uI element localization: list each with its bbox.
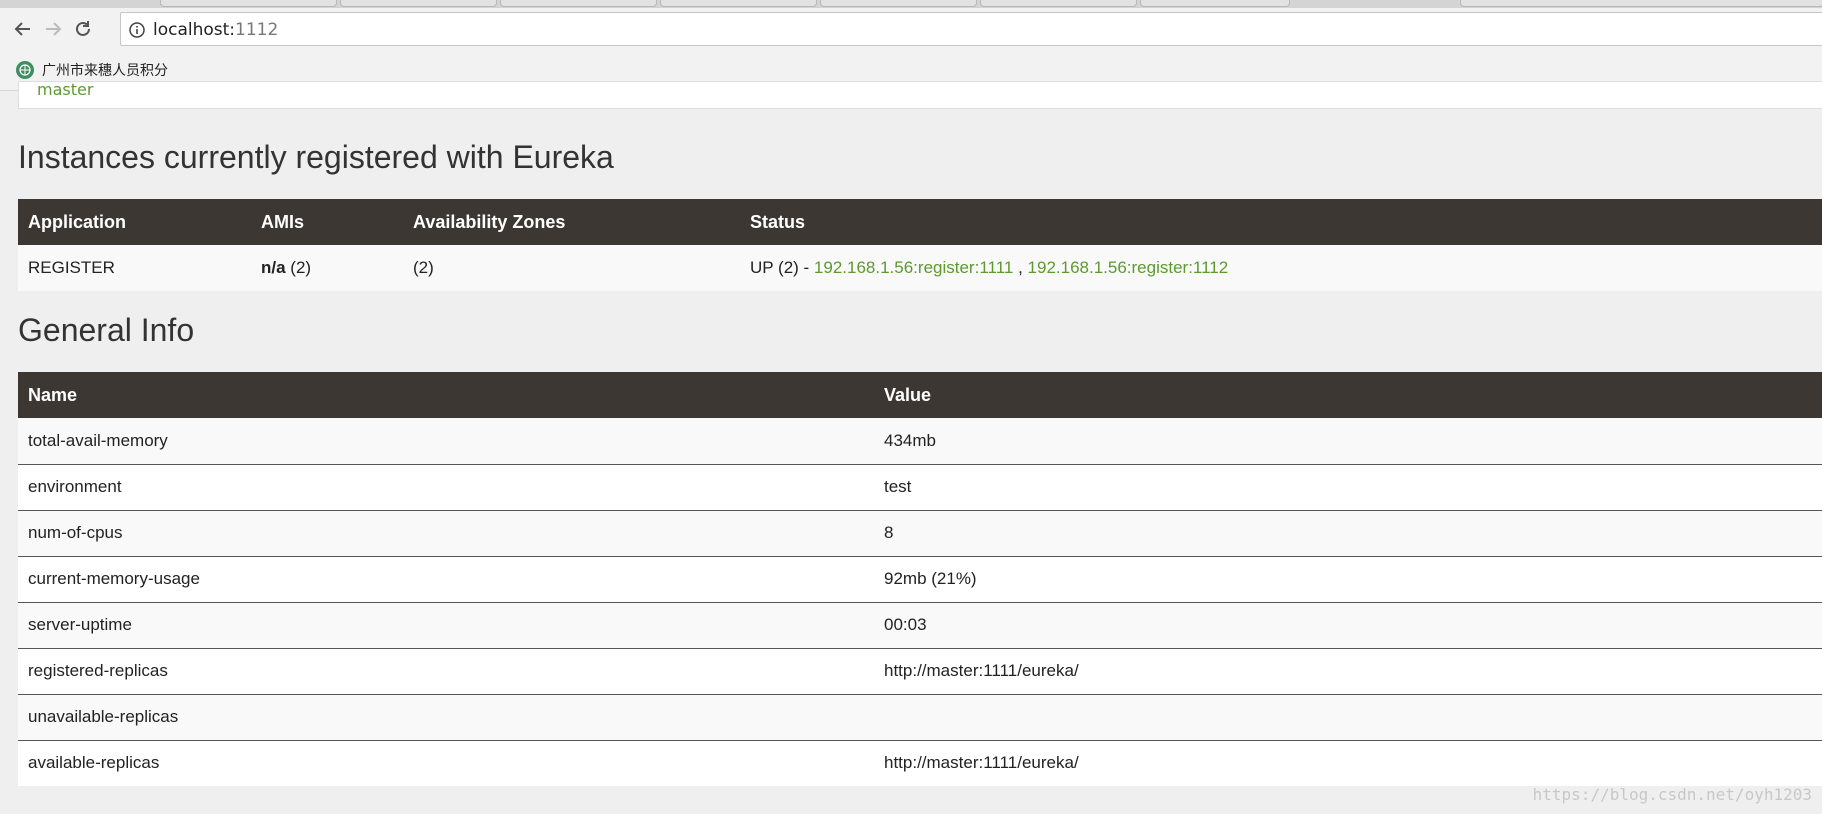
table-row: unavailable-replicas	[18, 694, 1822, 741]
table-row: REGISTER n/a (2) (2) UP (2) - 192.168.1.…	[18, 245, 1822, 291]
page-content: master Instances currently registered wi…	[0, 81, 1822, 814]
browser-tab[interactable]	[1140, 0, 1290, 7]
reload-button[interactable]	[70, 16, 96, 42]
table-row: server-uptime 00:03	[18, 602, 1822, 649]
watermark: https://blog.csdn.net/oyh1203	[1532, 785, 1812, 804]
info-name-cell: registered-replicas	[18, 648, 874, 695]
browser-tab[interactable]	[660, 0, 817, 7]
reload-icon	[76, 21, 90, 36]
address-bar[interactable]: localhost:1112	[120, 12, 1822, 46]
column-header: Value	[874, 372, 1822, 418]
general-info-heading: General Info	[18, 312, 195, 348]
info-value-cell: 434mb	[874, 418, 1822, 465]
table-row: num-of-cpus 8	[18, 510, 1822, 557]
amis-value: n/a	[261, 258, 286, 277]
status-text: UP (2) -	[750, 258, 814, 277]
application-cell: REGISTER	[18, 245, 251, 291]
info-name-cell: environment	[18, 464, 874, 511]
forward-arrow-icon	[46, 22, 62, 36]
info-name-cell: num-of-cpus	[18, 510, 874, 557]
info-value-cell: http://master:1111/eureka/	[874, 648, 1822, 695]
amis-cell: n/a (2)	[251, 245, 403, 291]
browser-tab[interactable]	[1460, 0, 1822, 7]
info-name-cell: current-memory-usage	[18, 556, 874, 603]
browser-tab[interactable]	[820, 0, 977, 7]
info-name-cell: available-replicas	[18, 740, 874, 786]
info-value-cell: 8	[874, 510, 1822, 557]
table-row: available-replicas http://master:1111/eur…	[18, 740, 1822, 786]
instances-table: Application AMIs Availability Zones Stat…	[18, 199, 1822, 291]
replica-box: master	[18, 81, 1822, 109]
table-row: environment test	[18, 464, 1822, 511]
amis-count: (2)	[285, 258, 312, 277]
bookmark-item[interactable]: 广州市来穗人员积分	[16, 60, 168, 80]
info-name-cell: total-avail-memory	[18, 418, 874, 465]
browser-tab[interactable]	[500, 0, 657, 7]
table-header-row: Application AMIs Availability Zones Stat…	[18, 199, 1822, 245]
browser-tab[interactable]	[160, 0, 337, 7]
column-header: Status	[740, 199, 1822, 245]
table-header-row: Name Value	[18, 372, 1822, 418]
url-host: localhost:	[153, 20, 236, 40]
instances-heading: Instances currently registered with Eure…	[18, 139, 614, 175]
back-button[interactable]	[10, 16, 36, 42]
url-port: 1112	[235, 20, 279, 40]
table-row: registered-replicas http://master:1111/eu…	[18, 648, 1822, 695]
info-value-cell: test	[874, 464, 1822, 511]
column-header: Application	[18, 199, 251, 245]
column-header: AMIs	[251, 199, 403, 245]
table-row: total-avail-memory 434mb	[18, 418, 1822, 465]
instance-link[interactable]: 192.168.1.56:register:1111	[814, 258, 1013, 277]
back-arrow-icon	[14, 22, 30, 36]
info-name-cell: unavailable-replicas	[18, 694, 874, 741]
link-separator: ,	[1013, 258, 1028, 277]
info-value-cell: 00:03	[874, 602, 1822, 649]
column-header: Availability Zones	[403, 199, 740, 245]
globe-icon	[16, 61, 34, 79]
info-icon[interactable]	[129, 22, 145, 38]
bookmark-label: 广州市来穗人员积分	[42, 63, 168, 79]
browser-tab[interactable]	[340, 0, 497, 7]
info-name-cell: server-uptime	[18, 602, 874, 649]
browser-tab[interactable]	[980, 0, 1137, 7]
info-value-cell: http://master:1111/eureka/	[874, 740, 1822, 786]
replica-link[interactable]: master	[37, 82, 93, 98]
instance-link[interactable]: 192.168.1.56:register:1112	[1028, 258, 1229, 277]
forward-button[interactable]	[40, 16, 66, 42]
general-info-table: Name Value total-avail-memory 434mb envir…	[18, 372, 1822, 786]
browser-toolbar: localhost:1112	[0, 8, 1822, 50]
tab-strip	[0, 0, 1822, 8]
url-text: localhost:1112	[153, 20, 278, 40]
info-value-cell: 92mb (21%)	[874, 556, 1822, 603]
table-row: current-memory-usage 92mb (21%)	[18, 556, 1822, 603]
status-cell: UP (2) - 192.168.1.56:register:1111 , 19…	[740, 245, 1822, 291]
info-value-cell	[874, 694, 1822, 741]
column-header: Name	[18, 372, 874, 418]
zones-cell: (2)	[403, 245, 740, 291]
